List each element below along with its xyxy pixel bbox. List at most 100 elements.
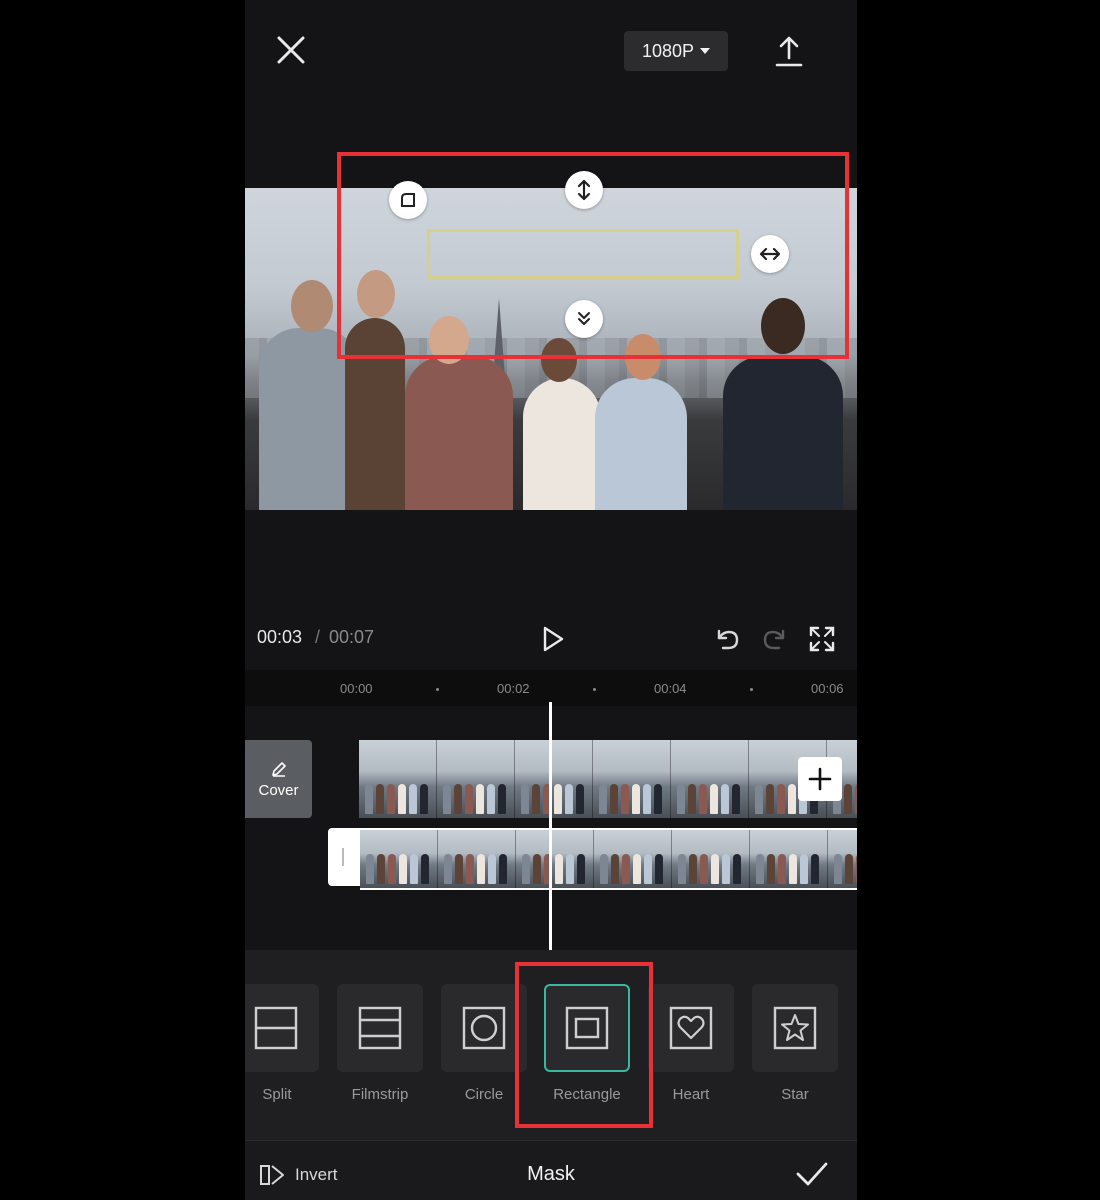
thumbnail-person bbox=[576, 784, 584, 814]
thumbnail-person bbox=[700, 854, 708, 884]
overlay-clip-handle[interactable] bbox=[328, 828, 360, 886]
clip-thumbnail-frame bbox=[672, 830, 750, 888]
thumbnail-person bbox=[498, 784, 506, 814]
mask-option-star[interactable] bbox=[752, 984, 838, 1072]
clip-thumbnail-frame bbox=[671, 740, 749, 818]
check-icon[interactable] bbox=[795, 1159, 829, 1189]
thumbnail-person bbox=[733, 854, 741, 884]
thumbnail-person bbox=[600, 854, 608, 884]
thumbnail-person bbox=[521, 784, 529, 814]
thumbnail-person bbox=[398, 784, 406, 814]
thumbnail-person bbox=[487, 784, 495, 814]
mask-option-filmstrip[interactable] bbox=[337, 984, 423, 1072]
thumbnail-person bbox=[632, 784, 640, 814]
edit-icon bbox=[271, 761, 286, 777]
ruler-tick: 00:04 bbox=[654, 681, 687, 696]
preview-person bbox=[405, 356, 513, 510]
thumbnail-person bbox=[678, 854, 686, 884]
thumbnail-person bbox=[533, 854, 541, 884]
thumbnail-person bbox=[488, 854, 496, 884]
clip-thumbnail-frame bbox=[438, 830, 516, 888]
split-icon bbox=[254, 1006, 298, 1050]
thumbnail-person bbox=[855, 784, 857, 814]
preview-person bbox=[523, 378, 601, 510]
cover-button[interactable]: Cover bbox=[245, 740, 312, 818]
circle-icon bbox=[462, 1006, 506, 1050]
thumbnail-person bbox=[633, 854, 641, 884]
close-icon[interactable] bbox=[273, 32, 309, 68]
thumbnail-person bbox=[722, 854, 730, 884]
mask-option-label: Heart bbox=[672, 1086, 710, 1103]
filmstrip-icon bbox=[358, 1006, 402, 1050]
thumbnail-person bbox=[689, 854, 697, 884]
thumbnail-person bbox=[654, 784, 662, 814]
thumbnail-person bbox=[565, 784, 573, 814]
thumbnail-person bbox=[699, 784, 707, 814]
thumbnail-person bbox=[834, 854, 842, 884]
thumbnail-person bbox=[756, 854, 764, 884]
thumbnail-person bbox=[499, 854, 507, 884]
clip-thumbnail-frame bbox=[593, 740, 671, 818]
resolution-label: 1080P bbox=[641, 40, 695, 61]
ruler-dot bbox=[593, 688, 596, 691]
mask-option-label: Filmstrip bbox=[351, 1086, 409, 1103]
thumbnail-person bbox=[577, 854, 585, 884]
resolution-dropdown[interactable]: 1080P bbox=[624, 31, 728, 71]
clip-thumbnail-frame bbox=[750, 830, 828, 888]
heart-icon bbox=[669, 1006, 713, 1050]
preview-person bbox=[595, 378, 687, 510]
ruler-dot bbox=[750, 688, 753, 691]
thumbnail-person bbox=[721, 784, 729, 814]
thumbnail-person bbox=[387, 784, 395, 814]
thumbnail-person bbox=[399, 854, 407, 884]
add-clip-button[interactable] bbox=[798, 757, 842, 801]
thumbnail-person bbox=[788, 784, 796, 814]
thumbnail-person bbox=[789, 854, 797, 884]
thumbnail-person bbox=[856, 854, 857, 884]
thumbnail-person bbox=[677, 784, 685, 814]
thumbnail-person bbox=[421, 854, 429, 884]
clip-thumbnail-frame bbox=[828, 830, 857, 888]
thumbnail-person bbox=[566, 854, 574, 884]
play-icon[interactable] bbox=[537, 624, 567, 654]
thumbnail-person bbox=[420, 784, 428, 814]
thumbnail-person bbox=[365, 784, 373, 814]
thumbnail-person bbox=[522, 854, 530, 884]
mask-option-heart[interactable] bbox=[648, 984, 734, 1072]
thumbnail-person bbox=[444, 854, 452, 884]
thumbnail-person bbox=[409, 784, 417, 814]
fullscreen-icon[interactable] bbox=[808, 625, 836, 653]
mask-option-label: Star bbox=[781, 1086, 809, 1103]
overlay-video-clip[interactable] bbox=[360, 828, 857, 890]
undo-icon[interactable] bbox=[713, 625, 741, 653]
export-icon[interactable] bbox=[773, 34, 805, 68]
ruler-tick: 00:00 bbox=[340, 681, 373, 696]
mask-option-split[interactable] bbox=[245, 984, 319, 1072]
thumbnail-person bbox=[366, 854, 374, 884]
thumbnail-person bbox=[844, 784, 852, 814]
plus-icon bbox=[808, 767, 832, 791]
highlight-mask-area bbox=[337, 152, 849, 359]
redo-icon[interactable] bbox=[761, 625, 789, 653]
mask-option-label: Split bbox=[262, 1086, 292, 1103]
thumbnail-person bbox=[443, 784, 451, 814]
time-separator: / bbox=[315, 627, 321, 647]
clip-thumbnail-frame bbox=[515, 740, 593, 818]
thumbnail-person bbox=[767, 854, 775, 884]
thumbnail-person bbox=[532, 784, 540, 814]
thumbnail-person bbox=[376, 784, 384, 814]
thumbnail-person bbox=[766, 784, 774, 814]
thumbnail-person bbox=[610, 784, 618, 814]
thumbnail-person bbox=[621, 784, 629, 814]
thumbnail-person bbox=[845, 854, 853, 884]
thumbnail-person bbox=[465, 784, 473, 814]
ruler-tick: 00:02 bbox=[497, 681, 530, 696]
timeline-ruler[interactable]: 00:00 00:02 00:04 00:06 bbox=[245, 670, 857, 706]
clip-thumbnail-frame bbox=[437, 740, 515, 818]
ruler-dot bbox=[436, 688, 439, 691]
app-screen: 1080P 00:03 / 00:07 00:00 00:02 00:04 00… bbox=[245, 0, 857, 1200]
main-video-clip[interactable] bbox=[359, 740, 857, 818]
playhead[interactable] bbox=[549, 702, 552, 952]
panel-title: Mask bbox=[527, 1163, 575, 1185]
thumbnail-person bbox=[655, 854, 663, 884]
